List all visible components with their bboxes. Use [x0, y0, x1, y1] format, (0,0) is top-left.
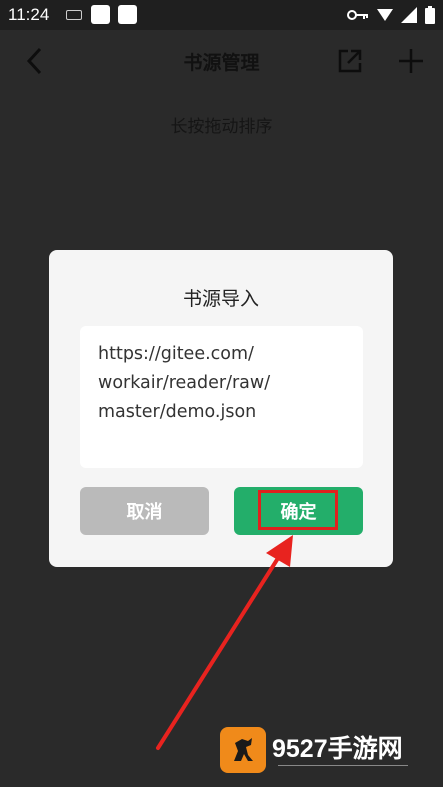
- watermark-divider: [278, 765, 408, 766]
- page-title: 书源管理: [183, 52, 260, 74]
- app-bar: 书源管理: [0, 30, 443, 90]
- horse-logo-icon: [220, 727, 266, 773]
- battery-icon: [425, 6, 435, 24]
- vpn-key-icon: [347, 10, 368, 20]
- keyboard-icon: [66, 10, 82, 20]
- status-bar: 11:24: [0, 0, 443, 30]
- cancel-button[interactable]: 取消: [80, 487, 209, 535]
- watermark-text: 9527手游网: [272, 735, 403, 763]
- wifi-icon: [401, 7, 417, 23]
- plus-icon: [399, 49, 423, 73]
- notification-icon: [118, 5, 137, 24]
- watermark: 9527手游网: [220, 727, 420, 777]
- dialog-title: 书源导入: [182, 288, 259, 310]
- export-button[interactable]: [335, 46, 365, 76]
- status-icons: [347, 5, 435, 25]
- signal-icon: [377, 9, 393, 21]
- notification-icon: [91, 5, 110, 24]
- highlight-box: [258, 490, 338, 530]
- status-time: 11:24: [8, 5, 50, 24]
- export-icon: [338, 49, 362, 73]
- add-button[interactable]: [395, 45, 427, 77]
- drag-sort-hint: 长按拖动排序: [170, 117, 273, 137]
- url-input[interactable]: https://gitee.com/ workair/reader/raw/ m…: [80, 326, 363, 468]
- import-dialog: 书源导入 https://gitee.com/ workair/reader/r…: [49, 250, 393, 567]
